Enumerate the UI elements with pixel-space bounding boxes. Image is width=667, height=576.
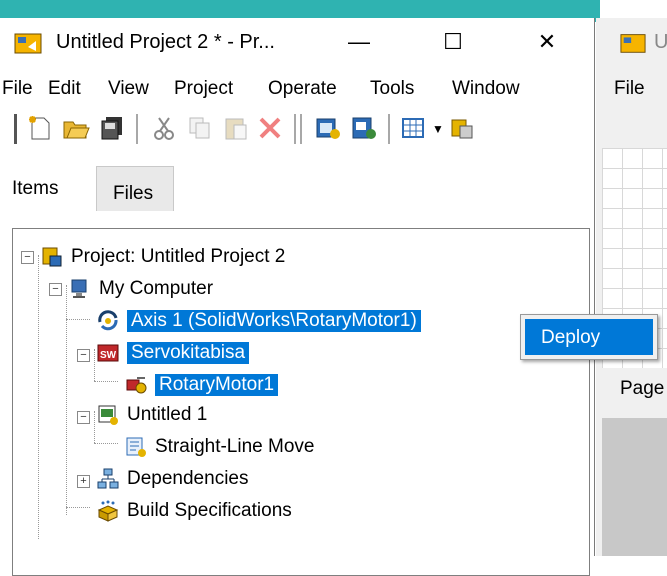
tab-files[interactable]: Files: [96, 166, 174, 211]
menu-window[interactable]: Window: [452, 78, 520, 100]
menu-operate[interactable]: Operate: [268, 78, 337, 100]
project-explorer-window: Untitled Project 2 * - Pr... — ☐ ✕ File …: [0, 18, 595, 576]
tree-connector: [94, 381, 118, 382]
background-page-label: Page: [620, 378, 665, 399]
build-icon[interactable]: [350, 114, 378, 142]
collapse-icon[interactable]: −: [77, 411, 90, 424]
deploy-label: Deploy: [541, 327, 601, 348]
paste-icon[interactable]: [222, 114, 250, 142]
svg-text:SW: SW: [100, 350, 117, 361]
tree-item-build-specifications[interactable]: Build Specifications: [97, 497, 292, 525]
menu-edit[interactable]: Edit: [48, 78, 81, 100]
copy-icon[interactable]: [186, 114, 214, 142]
computer-icon: [71, 279, 87, 298]
tree-connector: [94, 349, 95, 381]
deploy-menu-item[interactable]: Deploy: [525, 319, 653, 355]
tree-item-axis[interactable]: Axis 1 (SolidWorks\RotaryMotor1): [97, 307, 421, 335]
tree-connector: [94, 443, 118, 444]
menu-tools[interactable]: Tools: [370, 78, 414, 100]
tree-label: RotaryMotor1: [155, 374, 279, 396]
build-specifications-icon: [97, 500, 119, 522]
tree-item-my-computer[interactable]: My Computer: [69, 275, 213, 303]
title-bar: Untitled Project 2 * - Pr... — ☐ ✕: [0, 18, 594, 68]
collapse-icon[interactable]: −: [21, 251, 34, 264]
tree-connector: [38, 255, 39, 539]
tree-connector: [94, 411, 95, 443]
background-window-title: U: [654, 31, 667, 53]
tab-items[interactable]: Items: [0, 160, 96, 208]
tree-label: Straight-Line Move: [155, 436, 315, 457]
menu-bar: File Edit View Project Operate Tools Win…: [0, 70, 594, 108]
view-options-icon[interactable]: [400, 114, 428, 142]
collapse-icon[interactable]: −: [49, 283, 62, 296]
background-menu-file[interactable]: File: [614, 78, 645, 100]
project-icon[interactable]: [448, 114, 476, 142]
motor-icon: [126, 377, 147, 394]
context-menu: Deploy: [520, 314, 658, 360]
background-window: U File Page: [596, 18, 667, 556]
tree-label: Axis 1 (SolidWorks\RotaryMotor1): [127, 310, 421, 332]
menu-view[interactable]: View: [108, 78, 149, 100]
axis-icon: [98, 310, 118, 331]
window-title: Untitled Project 2 * - Pr...: [56, 31, 275, 53]
tree-item-servo[interactable]: SW Servokitabisa: [97, 339, 250, 367]
tree-label: Build Specifications: [127, 500, 292, 521]
tree-connector: [66, 507, 90, 508]
tree-label: Servokitabisa: [127, 342, 250, 364]
tree-item-rotary[interactable]: RotaryMotor1: [125, 371, 279, 399]
project-icon: [42, 247, 62, 267]
tree-item-straight-line[interactable]: Straight-Line Move: [125, 433, 314, 461]
toolbar-separator: [136, 114, 138, 144]
dropdown-arrow-icon[interactable]: ▼: [432, 122, 444, 136]
tree-label: Project: Untitled Project 2: [71, 246, 286, 267]
properties-icon[interactable]: [314, 114, 342, 142]
project-tree: − − − − + Project: Untitled Project 2 My…: [12, 228, 590, 576]
delete-icon[interactable]: [256, 114, 284, 142]
close-button[interactable]: ✕: [518, 18, 576, 66]
tree-label: Dependencies: [127, 468, 249, 489]
collapse-icon[interactable]: −: [77, 349, 90, 362]
tab-files-label: Files: [113, 183, 154, 204]
menu-file[interactable]: File: [2, 78, 33, 100]
tree-item-project[interactable]: Project: Untitled Project 2: [41, 243, 285, 271]
tree-label: My Computer: [99, 278, 214, 299]
tree-label: Untitled 1: [127, 404, 208, 425]
tree-connector: [66, 319, 90, 320]
tree-item-dependencies[interactable]: Dependencies: [97, 465, 248, 493]
labview-project-icon: [14, 33, 42, 54]
toolbar-separator: [388, 114, 390, 144]
toolbar: ▼: [0, 106, 594, 154]
background-panel: [602, 418, 667, 556]
new-icon[interactable]: [26, 114, 54, 142]
cut-icon[interactable]: [150, 114, 178, 142]
maximize-button[interactable]: ☐: [424, 18, 482, 66]
toolbar-separator: [300, 114, 302, 144]
toolbar-grip: [14, 114, 17, 144]
move-resource-icon: [126, 437, 146, 457]
expand-icon[interactable]: +: [77, 475, 90, 488]
open-folder-icon[interactable]: [62, 114, 90, 142]
toolbar-separator: [294, 114, 296, 144]
tab-items-label: Items: [12, 178, 59, 199]
minimize-button[interactable]: —: [330, 18, 388, 66]
tree-item-untitled[interactable]: Untitled 1: [97, 401, 207, 429]
tab-strip: Items Files: [0, 156, 594, 211]
vi-icon: [98, 405, 118, 425]
save-all-icon[interactable]: [98, 114, 126, 142]
labview-project-icon: [620, 34, 646, 53]
menu-project[interactable]: Project: [174, 78, 233, 100]
dependencies-icon: [97, 468, 119, 489]
solidworks-icon: SW: [97, 344, 119, 362]
